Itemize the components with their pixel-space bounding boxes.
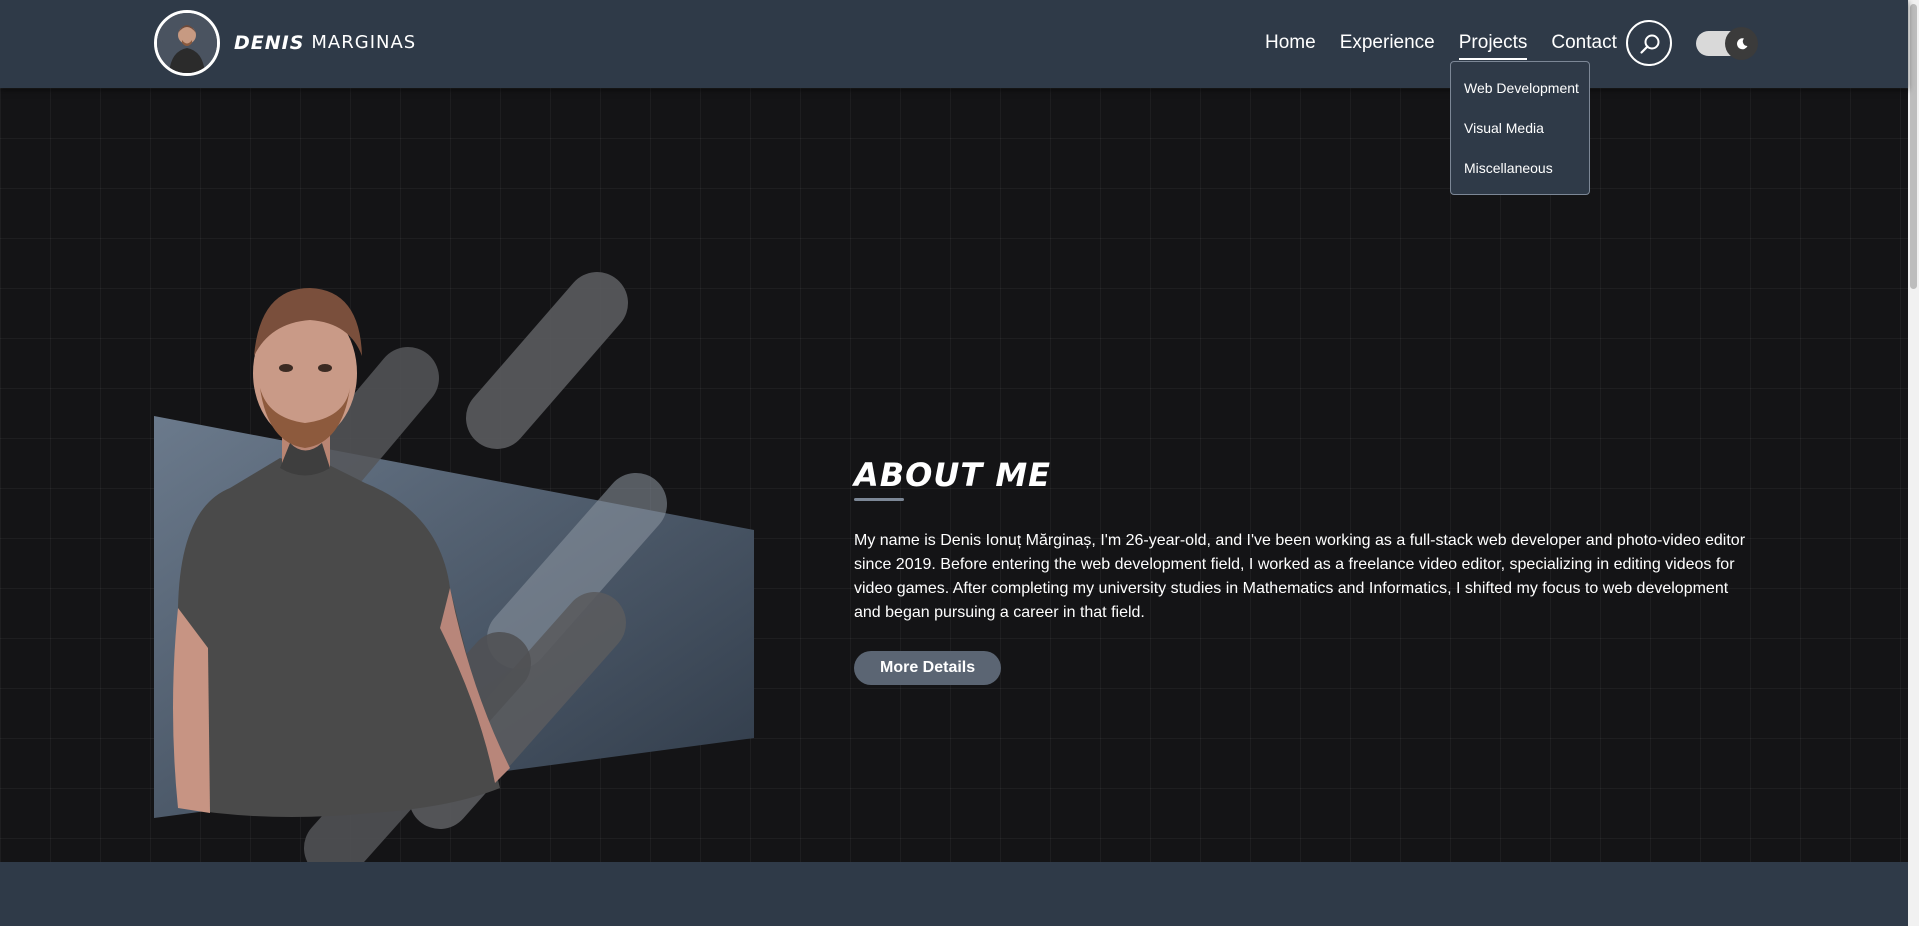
- logo[interactable]: Denis Marginas: [154, 10, 416, 76]
- brand-name: Denis Marginas: [234, 32, 416, 54]
- scrollbar[interactable]: [1908, 0, 1919, 926]
- dropdown-item-web-development[interactable]: Web Development: [1451, 76, 1589, 116]
- about-title: About Me: [854, 456, 1052, 494]
- theme-toggle[interactable]: [1696, 27, 1758, 60]
- main-nav: Home Experience Projects Contact: [1265, 30, 1641, 60]
- nav-contact[interactable]: Contact: [1551, 30, 1616, 56]
- more-details-button[interactable]: More Details: [854, 651, 1002, 685]
- profile-hero-image: [154, 272, 754, 879]
- scrollbar-thumb[interactable]: [1910, 4, 1917, 289]
- search-button[interactable]: [1626, 20, 1672, 66]
- brand-last-name: Marginas: [311, 32, 417, 53]
- about-text: My name is Denis Ionuț Mărginaș, I'm 26-…: [854, 532, 1746, 621]
- next-section-band: [0, 862, 1908, 926]
- dropdown-item-miscellaneous[interactable]: Miscellaneous: [1451, 156, 1589, 196]
- dropdown-item-visual-media[interactable]: Visual Media: [1451, 116, 1589, 156]
- projects-dropdown: Web Development Visual Media Miscellaneo…: [1450, 61, 1590, 195]
- nav-projects[interactable]: Projects: [1458, 30, 1527, 60]
- nav-experience[interactable]: Experience: [1340, 30, 1435, 56]
- about-content: About Me My name is Denis Ionuț Mărginaș…: [854, 456, 1746, 685]
- title-underline: [854, 498, 904, 501]
- brand-first-name: Denis: [234, 32, 305, 54]
- search-icon: [1640, 34, 1660, 54]
- toggle-knob: [1725, 27, 1758, 60]
- about-section: About Me My name is Denis Ionuț Mărginaș…: [0, 88, 1908, 879]
- site-header: Denis Marginas Home Experience Projects …: [0, 0, 1908, 88]
- nav-home[interactable]: Home: [1265, 30, 1316, 56]
- moon-icon: [1736, 37, 1747, 49]
- avatar: [154, 10, 220, 76]
- profile-photo-icon: [157, 13, 217, 73]
